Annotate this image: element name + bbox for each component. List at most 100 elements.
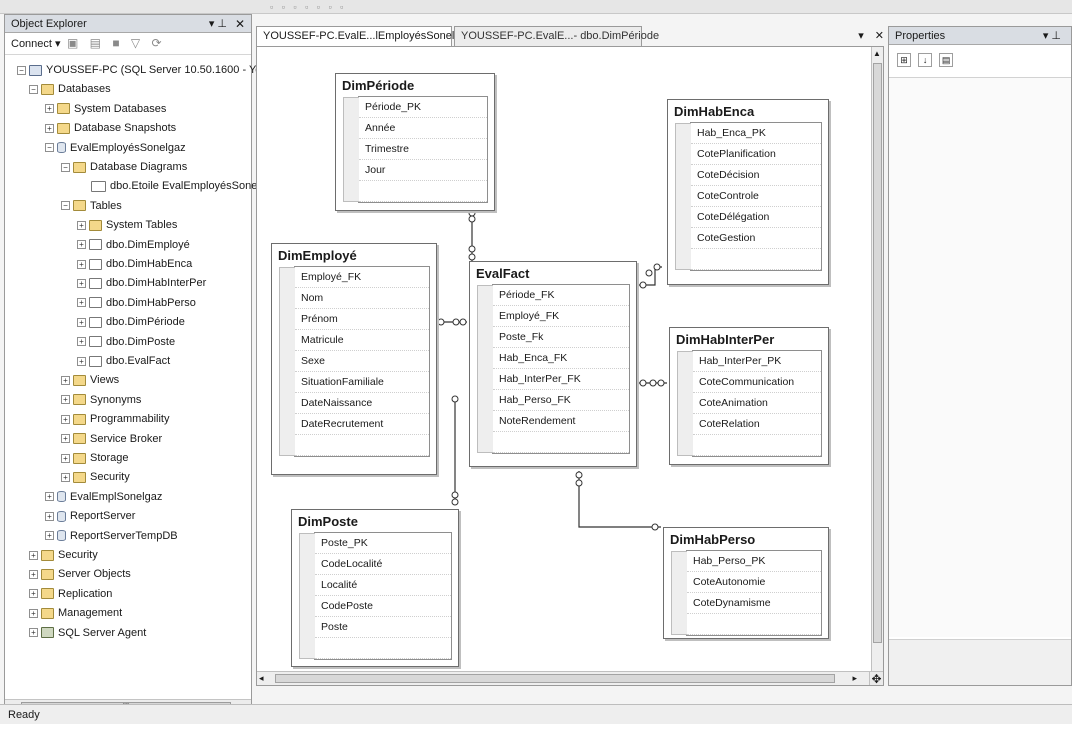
column-row[interactable]: CoteDélégation bbox=[691, 207, 821, 228]
expand-icon[interactable]: + bbox=[45, 104, 54, 114]
diagram-hscrollbar[interactable]: ◂ ▸ bbox=[257, 671, 871, 685]
tree-item[interactable]: + dbo.DimHabPerso bbox=[77, 294, 196, 312]
column-row[interactable]: Hab_Enca_FK bbox=[493, 348, 629, 369]
column-row[interactable]: Année bbox=[359, 118, 487, 139]
connect-button[interactable]: Connect ▾ bbox=[11, 37, 61, 50]
entity-evalfact[interactable]: EvalFact Période_FK Employé_FK Poste_Fk Hab… bbox=[469, 261, 637, 467]
expand-icon[interactable]: + bbox=[29, 628, 38, 638]
properties-grid[interactable] bbox=[889, 77, 1071, 637]
scroll-right-icon[interactable]: ▸ bbox=[852, 673, 857, 684]
expand-icon[interactable]: + bbox=[29, 569, 38, 579]
tree-item[interactable]: + Replication bbox=[29, 585, 112, 603]
column-row[interactable]: Hab_Perso_FK bbox=[493, 390, 629, 411]
column-row[interactable]: Période_FK bbox=[493, 285, 629, 306]
column-row[interactable]: Hab_InterPer_FK bbox=[493, 369, 629, 390]
column-row[interactable]: Poste_Fk bbox=[493, 327, 629, 348]
pin-icon[interactable]: ▾ ⊥ bbox=[1043, 29, 1061, 42]
column-row[interactable]: NoteRendement bbox=[493, 411, 629, 432]
scroll-left-icon[interactable]: ◂ bbox=[259, 673, 264, 684]
column-row[interactable]: CoteControle bbox=[691, 186, 821, 207]
expand-icon[interactable]: + bbox=[77, 337, 86, 347]
navigate-icon[interactable]: ✥ bbox=[869, 671, 883, 686]
tree-item[interactable]: + Programmability bbox=[61, 410, 169, 428]
expand-icon[interactable]: + bbox=[61, 375, 70, 385]
empty-column-row[interactable] bbox=[691, 249, 821, 270]
rel-habperso-evalfact[interactable] bbox=[578, 471, 661, 528]
tab-dimperiode[interactable]: YOUSSEF-PC.EvalE...- dbo.DimPériode bbox=[454, 26, 659, 46]
expand-icon[interactable]: + bbox=[77, 317, 86, 327]
diagram-vscrollbar[interactable]: ▲ bbox=[871, 47, 883, 673]
close-document-icon[interactable]: ✕ bbox=[875, 30, 884, 42]
column-row[interactable]: Localité bbox=[315, 575, 451, 596]
tree-item[interactable]: + Security bbox=[61, 468, 130, 486]
expand-icon[interactable]: + bbox=[61, 414, 70, 424]
tree-item[interactable]: − YOUSSEF-PC (SQL Server 10.50.1600 - You… bbox=[17, 61, 288, 79]
tree-item[interactable]: + dbo.DimHabInterPer bbox=[77, 274, 206, 292]
tree-item[interactable]: + dbo.DimHabEnca bbox=[77, 255, 192, 273]
tree-item[interactable]: + Storage bbox=[61, 449, 129, 467]
entity-dimposte[interactable]: DimPoste ⚷Poste_PK CodeLocalité Localité Co… bbox=[291, 509, 459, 667]
collapse-icon[interactable]: − bbox=[61, 162, 70, 172]
collapse-icon[interactable]: − bbox=[29, 84, 38, 94]
entity-dimperiode[interactable]: DimPériode ⚷Période_PK Année Trimestre Jour bbox=[335, 73, 495, 211]
tree-item[interactable]: + EvalEmplSonelgaz bbox=[45, 488, 162, 506]
tree-item[interactable]: + Management bbox=[29, 604, 122, 622]
expand-icon[interactable]: + bbox=[77, 259, 86, 269]
column-row[interactable]: ⚷Hab_Perso_PK bbox=[687, 551, 821, 572]
empty-column-row[interactable] bbox=[493, 432, 629, 453]
column-row[interactable]: ⚷Hab_InterPer_PK bbox=[693, 351, 821, 372]
column-row[interactable]: Employé_FK bbox=[493, 306, 629, 327]
expand-icon[interactable]: + bbox=[61, 453, 70, 463]
tree-item[interactable]: + Security bbox=[29, 546, 98, 564]
tree-item[interactable]: + Views bbox=[61, 371, 119, 389]
column-row[interactable]: DateRecrutement bbox=[295, 414, 429, 435]
expand-icon[interactable]: + bbox=[29, 550, 38, 560]
empty-column-row[interactable] bbox=[693, 435, 821, 456]
expand-icon[interactable]: + bbox=[45, 123, 54, 133]
column-row[interactable]: Nom bbox=[295, 288, 429, 309]
tree-item[interactable]: + SQL Server Agent bbox=[29, 624, 146, 642]
tree-item[interactable]: + dbo.DimPériode bbox=[77, 313, 185, 331]
pin-icon[interactable]: ▾ ⊥ bbox=[209, 17, 227, 30]
tree-item[interactable]: − Database Diagrams bbox=[61, 158, 187, 176]
tree-item[interactable]: + dbo.EvalFact bbox=[77, 352, 170, 370]
entity-dimhabinterper[interactable]: DimHabInterPer ⚷Hab_InterPer_PK CoteCommu… bbox=[669, 327, 829, 465]
column-row[interactable]: ⚷Période_PK bbox=[359, 97, 487, 118]
tree-item[interactable]: + Service Broker bbox=[61, 430, 162, 448]
expand-icon[interactable]: + bbox=[29, 608, 38, 618]
expand-icon[interactable]: + bbox=[29, 589, 38, 599]
close-icon[interactable]: ✕ bbox=[235, 17, 245, 31]
expand-icon[interactable]: + bbox=[45, 531, 54, 541]
toolbar-icons[interactable]: ▫ ▫ ▫ ▫ ▫ ▫ ▫ bbox=[270, 2, 346, 12]
column-row[interactable]: Trimestre bbox=[359, 139, 487, 160]
scrollbar-thumb[interactable] bbox=[873, 63, 882, 643]
expand-icon[interactable]: + bbox=[77, 240, 86, 250]
empty-column-row[interactable] bbox=[295, 435, 429, 456]
column-row[interactable]: ⚷Hab_Enca_PK bbox=[691, 123, 821, 144]
expand-icon[interactable]: + bbox=[45, 492, 54, 502]
column-row[interactable]: Sexe bbox=[295, 351, 429, 372]
column-row[interactable]: CotePlanification bbox=[691, 144, 821, 165]
expand-icon[interactable]: + bbox=[61, 434, 70, 444]
column-row[interactable]: CodePoste bbox=[315, 596, 451, 617]
column-row[interactable]: Poste bbox=[315, 617, 451, 638]
expand-icon[interactable]: + bbox=[77, 220, 86, 230]
tree-item[interactable]: + ReportServerTempDB bbox=[45, 527, 178, 545]
tree-item[interactable]: − Databases bbox=[29, 80, 111, 98]
property-pages-icon[interactable]: ▤ bbox=[939, 53, 954, 67]
tree-item[interactable]: + System Tables bbox=[77, 216, 177, 234]
collapse-icon[interactable]: − bbox=[45, 143, 54, 153]
entity-dimemploye[interactable]: DimEmployé ⚷Employé_FK Nom Prénom Matricule… bbox=[271, 243, 437, 475]
scroll-up-icon[interactable]: ▲ bbox=[873, 49, 881, 58]
empty-column-row[interactable] bbox=[315, 638, 451, 659]
column-row[interactable]: CoteAutonomie bbox=[687, 572, 821, 593]
column-row[interactable]: CoteDécision bbox=[691, 165, 821, 186]
tree-item[interactable]: + ReportServer bbox=[45, 507, 135, 525]
empty-column-row[interactable] bbox=[687, 614, 821, 635]
object-explorer-tool-icons[interactable]: ▣ ▤ ■ ▽ ⟳ bbox=[67, 36, 166, 50]
entity-dimhabenca[interactable]: DimHabEnca ⚷Hab_Enca_PK CotePlanification… bbox=[667, 99, 829, 285]
column-row[interactable]: ⚷Poste_PK bbox=[315, 533, 451, 554]
dropdown-icon[interactable]: ▾ bbox=[858, 30, 864, 42]
column-row[interactable]: ⚷Employé_FK bbox=[295, 267, 429, 288]
collapse-icon[interactable]: − bbox=[17, 65, 26, 75]
